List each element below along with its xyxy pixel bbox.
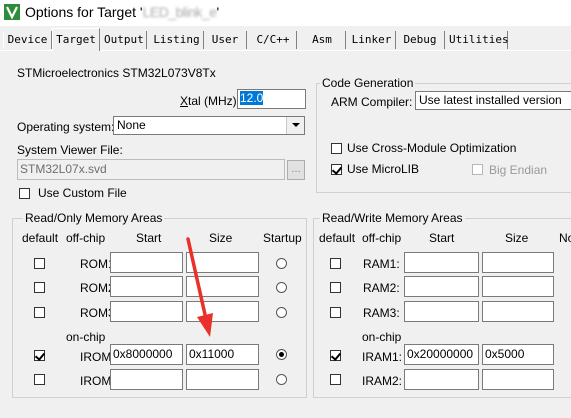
ram3-start-input[interactable] xyxy=(404,301,479,322)
cross-module-checkbox[interactable] xyxy=(331,143,342,154)
check-icon xyxy=(331,164,343,175)
cross-module-label: Use Cross-Module Optimization xyxy=(347,141,517,155)
radio-selected-dot xyxy=(279,352,284,357)
ram-header-size: Size xyxy=(505,231,529,245)
big-endian-checkbox xyxy=(472,164,483,175)
iram2-default-checkbox[interactable] xyxy=(330,374,341,385)
tab-listing[interactable]: Listing xyxy=(150,31,204,49)
rom3-startup-radio[interactable] xyxy=(276,307,287,318)
iram2-label: IRAM2: xyxy=(362,374,403,388)
rom2-start-input[interactable] xyxy=(110,276,183,297)
irom2-size-input[interactable] xyxy=(186,369,259,390)
device-name: STMicroelectronics STM32L073V8Tx xyxy=(17,66,216,80)
ram2-start-input[interactable] xyxy=(404,276,479,297)
tab-output[interactable]: Output xyxy=(101,31,147,49)
browse-button: ... xyxy=(287,160,305,180)
rom1-startup-radio[interactable] xyxy=(276,258,287,269)
arm-compiler-select[interactable]: Use latest installed version xyxy=(415,91,571,110)
rom2-startup-radio[interactable] xyxy=(276,282,287,293)
rom3-start-input[interactable] xyxy=(110,301,183,322)
ram-onchip-label: on-chip xyxy=(362,330,402,344)
ram2-label: RAM2: xyxy=(363,281,400,295)
rom1-start-input[interactable] xyxy=(110,252,183,273)
rom1-default-checkbox[interactable] xyxy=(34,258,45,269)
irom1-startup-radio[interactable] xyxy=(276,349,287,360)
iram1-size-input[interactable]: 0x5000 xyxy=(482,344,554,365)
tab-utilities[interactable]: Utilities xyxy=(446,31,509,49)
iram1-start-input[interactable]: 0x20000000 xyxy=(404,344,479,365)
irom2-default-checkbox[interactable] xyxy=(34,374,45,385)
irom1-start-input[interactable]: 0x8000000 xyxy=(110,344,183,365)
ram2-size-input[interactable] xyxy=(482,276,554,297)
code-generation-title: Code Generation xyxy=(320,76,416,90)
ram1-size-input[interactable] xyxy=(482,252,554,273)
rom-header-offchip: off-chip xyxy=(66,231,106,245)
microlib-checkbox[interactable] xyxy=(331,164,343,175)
tab-debug[interactable]: Debug xyxy=(396,31,445,49)
check-icon xyxy=(330,350,342,361)
os-label: Operating system: xyxy=(17,120,115,134)
xtal-selected-value: 12.0 xyxy=(240,91,264,105)
xtal-input[interactable]: 12.0 xyxy=(237,89,306,109)
ram1-default-checkbox[interactable] xyxy=(330,258,341,269)
ram-areas-title: Read/Write Memory Areas xyxy=(320,211,465,225)
ram1-start-input[interactable] xyxy=(404,252,479,273)
rom-areas-title: Read/Only Memory Areas xyxy=(23,211,165,225)
check-icon xyxy=(34,350,46,361)
tab-c-cpp[interactable]: C/C++ xyxy=(250,31,297,49)
ram-header-default: default xyxy=(319,231,356,245)
microlib-label: Use MicroLIB xyxy=(347,162,420,176)
tab-asm[interactable]: Asm xyxy=(299,31,346,49)
irom1-size-input[interactable]: 0x11000 xyxy=(186,344,259,365)
tab-user[interactable]: User xyxy=(204,31,247,49)
ram3-label: RAM3: xyxy=(363,306,400,320)
chevron-down-icon[interactable] xyxy=(286,117,304,134)
iram1-default-checkbox[interactable] xyxy=(330,350,342,361)
ram-header-noinit: No xyxy=(559,231,571,245)
ram3-default-checkbox[interactable] xyxy=(330,307,341,318)
rom3-default-checkbox[interactable] xyxy=(34,307,45,318)
svd-file-field: STM32L07x.svd xyxy=(17,159,285,180)
os-select-value: None xyxy=(117,118,146,132)
rom-header-default: default xyxy=(22,231,59,245)
ram1-label: RAM1: xyxy=(363,257,400,271)
big-endian-label: Big Endian xyxy=(489,163,548,177)
iram2-size-input[interactable] xyxy=(482,369,554,390)
ram2-default-checkbox[interactable] xyxy=(330,282,341,293)
use-custom-file-label: Use Custom File xyxy=(38,186,127,200)
rom-onchip-label: on-chip xyxy=(66,330,106,344)
tab-linker[interactable]: Linker xyxy=(348,31,396,49)
arm-compiler-value: Use latest installed version xyxy=(419,93,562,107)
rom2-default-checkbox[interactable] xyxy=(34,282,45,293)
keil-app-icon xyxy=(4,4,20,20)
tab-device[interactable]: Device xyxy=(3,31,52,49)
rom-header-start: Start xyxy=(136,231,162,245)
irom1-default-checkbox[interactable] xyxy=(34,350,46,361)
tab-target[interactable]: Target xyxy=(52,28,100,51)
ram-header-offchip: off-chip xyxy=(362,231,402,245)
rom-header-startup: Startup xyxy=(263,231,302,245)
svd-label: System Viewer File: xyxy=(17,143,123,157)
ram-header-start: Start xyxy=(429,231,455,245)
iram2-start-input[interactable] xyxy=(404,369,479,390)
annotation-arrow-icon xyxy=(186,237,213,337)
ram3-size-input[interactable] xyxy=(482,301,554,322)
arm-compiler-label: ARM Compiler: xyxy=(331,95,413,109)
use-custom-file-checkbox[interactable] xyxy=(19,188,30,199)
iram1-label: IRAM1: xyxy=(362,350,403,364)
irom2-startup-radio[interactable] xyxy=(276,374,287,385)
os-select[interactable]: None xyxy=(113,116,305,135)
xtal-label: Xtal (MHz): xyxy=(180,94,241,108)
window-title: Options for Target 'LED_blink_e' xyxy=(25,4,220,20)
irom2-start-input[interactable] xyxy=(110,369,183,390)
